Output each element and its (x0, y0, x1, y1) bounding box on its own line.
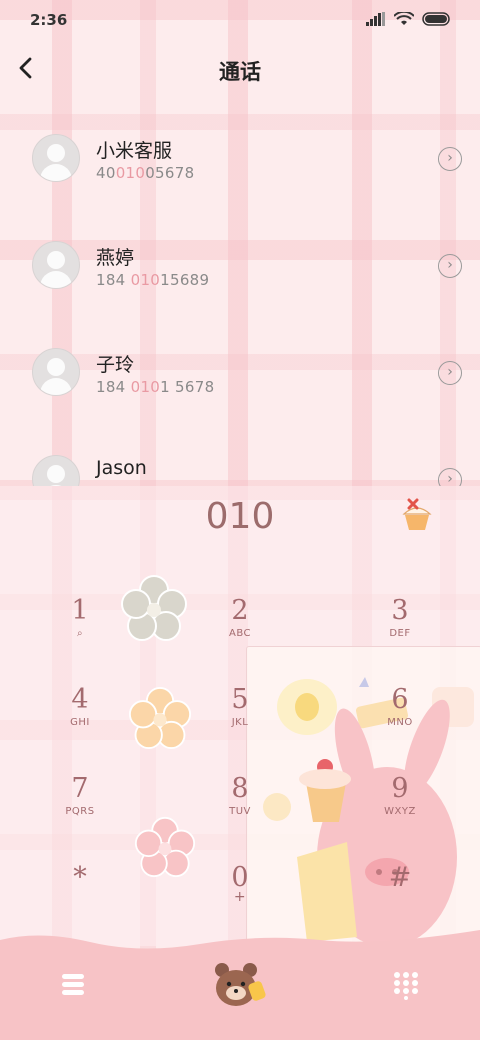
list-item[interactable]: 燕婷 184 01015689 › (0, 215, 480, 322)
detail-arrow-button[interactable]: › (438, 254, 462, 278)
signal-icon (366, 12, 385, 26)
detail-arrow-button[interactable]: › (438, 361, 462, 385)
key-9[interactable]: 9 WXYZ (340, 774, 460, 844)
contact-number: 184 0101 5678 (96, 378, 215, 396)
chevron-right-icon: › (447, 471, 453, 486)
chevron-right-icon: › (447, 257, 453, 273)
wifi-icon (394, 12, 414, 25)
list-item[interactable]: 子玲 184 0101 5678 › (0, 322, 480, 429)
bottom-bar (0, 930, 480, 1040)
chevron-right-icon: › (447, 150, 453, 166)
key-2[interactable]: 2 ABC (180, 596, 300, 666)
contact-number: 4001005678 (96, 164, 195, 182)
voicemail-icon: ⌕ (76, 628, 84, 639)
key-6[interactable]: 6 MNO (340, 685, 460, 755)
contact-number: 184 01015689 (96, 271, 210, 289)
menu-icon (62, 974, 84, 995)
status-time: 2:36 (30, 11, 68, 29)
detail-arrow-button[interactable]: › (438, 147, 462, 171)
key-3[interactable]: 3 DEF (340, 596, 460, 666)
page-title: 通话 (219, 60, 261, 84)
status-bar: 2:36 (0, 0, 480, 40)
detail-arrow-button[interactable]: › (438, 468, 462, 486)
bear-phone-icon (215, 963, 266, 1006)
contact-name: 子玲 (96, 354, 135, 376)
key-4[interactable]: 4 GHI (20, 685, 140, 755)
avatar (32, 134, 80, 182)
cupcake-delete-icon (402, 498, 432, 530)
key-8[interactable]: 8 TUV (180, 774, 300, 844)
key-hash[interactable]: # (340, 863, 460, 933)
keypad-icon (394, 972, 418, 1000)
key-star[interactable]: * (20, 863, 140, 933)
battery-icon (422, 12, 450, 26)
status-icons (366, 12, 452, 26)
avatar (32, 348, 80, 396)
call-log-list: 小米客服 4001005678 › 燕婷 184 01015689 › 子玲 1… (0, 108, 480, 486)
avatar (32, 241, 80, 289)
menu-button[interactable] (60, 972, 88, 998)
key-7[interactable]: 7 PQRS (20, 774, 140, 844)
keypad-toggle-button[interactable] (392, 970, 420, 1000)
key-0[interactable]: 0 + (180, 863, 300, 933)
delete-button[interactable] (398, 494, 436, 534)
chevron-right-icon: › (447, 364, 453, 380)
key-1[interactable]: 1 ⌕ (20, 596, 140, 666)
list-item[interactable]: 小米客服 4001005678 › (0, 108, 480, 215)
key-5[interactable]: 5 JKL (180, 685, 300, 755)
avatar (32, 455, 80, 486)
list-item[interactable]: Jason › (0, 429, 480, 486)
call-button[interactable] (212, 960, 268, 1010)
contact-name: 小米客服 (96, 140, 173, 162)
header: 通话 (0, 40, 480, 100)
contact-name: 燕婷 (96, 247, 135, 269)
contact-name: Jason (96, 457, 147, 479)
